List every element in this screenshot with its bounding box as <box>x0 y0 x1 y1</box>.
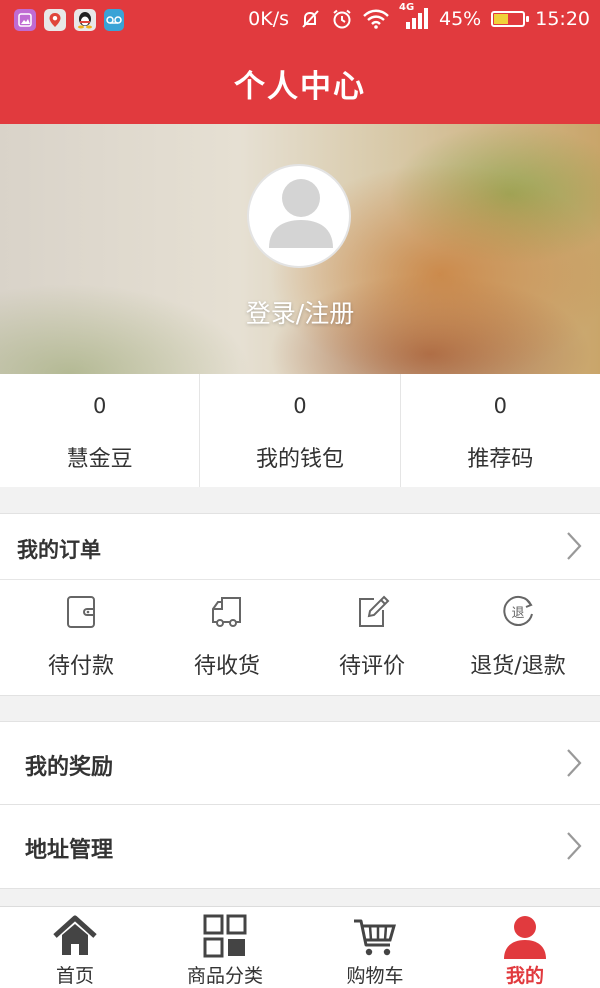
order-pending-review[interactable]: 待评价 <box>302 594 442 680</box>
tab-label: 我的 <box>505 965 544 987</box>
chevron-right-icon <box>567 832 582 860</box>
alarm-clock-icon <box>333 9 351 29</box>
notification-icons <box>14 9 124 31</box>
bottom-tab-bar: 首页 商品分类 购物车 我的 <box>0 906 600 988</box>
shopping-cart-icon <box>354 919 396 956</box>
return-refund-icon: 退 <box>503 595 533 626</box>
stat-value: 0 <box>92 394 107 418</box>
tab-label: 商品分类 <box>186 965 263 987</box>
stat-wallet[interactable]: 0 我的钱包 <box>200 374 401 487</box>
chevron-right-icon <box>567 749 582 777</box>
chevron-right-icon <box>567 532 582 560</box>
divider <box>0 579 600 580</box>
battery-icon <box>491 11 530 27</box>
category-grid-icon <box>203 914 247 958</box>
default-avatar-icon <box>269 179 333 248</box>
network-speed: 0K/s <box>248 8 289 30</box>
delivery-truck-icon <box>212 597 241 627</box>
user-profile-icon <box>504 916 546 959</box>
tab-mine[interactable]: 我的 <box>450 907 600 988</box>
order-label: 退货/退款 <box>470 654 566 679</box>
tab-label: 首页 <box>55 965 94 987</box>
clock: 15:20 <box>535 8 590 30</box>
battery-percent: 45% <box>439 8 482 30</box>
stat-label: 推荐码 <box>467 447 534 472</box>
menu-label: 我的奖励 <box>25 755 114 780</box>
login-register-link[interactable]: 登录/注册 <box>0 294 600 330</box>
tab-label: 购物车 <box>346 965 404 987</box>
vibrate-off-icon <box>302 10 319 28</box>
order-label: 待收货 <box>193 654 260 679</box>
my-orders-row[interactable]: 我的订单 <box>0 514 600 579</box>
stat-beans[interactable]: 0 慧金豆 <box>0 374 201 487</box>
stat-value: 0 <box>293 394 307 418</box>
account-stats: 0 慧金豆 0 我的钱包 0 推荐码 <box>0 374 600 487</box>
wifi-icon <box>363 9 389 29</box>
image-app-icon <box>14 9 36 31</box>
order-pending-payment[interactable]: 待付款 <box>11 594 151 680</box>
menu-label: 地址管理 <box>25 838 114 863</box>
edit-review-icon <box>359 595 390 627</box>
map-pin-app-icon <box>44 9 66 31</box>
my-orders-title: 我的订单 <box>17 538 101 562</box>
return-icon-text: 退 <box>511 606 524 621</box>
my-orders-section: 我的订单 待付款 待收货 待评价 退 退货/退款 <box>0 513 600 696</box>
home-icon <box>53 915 97 955</box>
cell-signal-icon: 4G <box>399 2 429 30</box>
stat-value: 0 <box>493 394 507 418</box>
order-label: 待评价 <box>338 654 405 679</box>
stat-referral-code[interactable]: 0 推荐码 <box>401 374 600 487</box>
qq-penguin-app-icon <box>74 9 96 31</box>
tab-home[interactable]: 首页 <box>0 907 150 988</box>
voicemail-app-icon <box>104 9 124 31</box>
stat-label: 我的钱包 <box>255 447 344 472</box>
wallet-icon <box>67 596 95 628</box>
app-header: 个人中心 <box>0 42 600 124</box>
tab-cart[interactable]: 购物车 <box>300 907 450 988</box>
order-returns-refunds[interactable]: 退 退货/退款 <box>448 594 588 680</box>
tab-categories[interactable]: 商品分类 <box>150 907 300 988</box>
stat-label: 慧金豆 <box>66 447 133 472</box>
address-management-row[interactable]: 地址管理 <box>0 804 600 889</box>
page-title: 个人中心 <box>234 68 366 105</box>
profile-banner: 登录/注册 <box>0 124 600 374</box>
status-bar: 0K/s 4G 45% 15:20 <box>0 0 600 42</box>
my-rewards-row[interactable]: 我的奖励 <box>0 721 600 805</box>
order-label: 待付款 <box>47 654 114 679</box>
order-pending-receipt[interactable]: 待收货 <box>157 594 297 680</box>
avatar[interactable] <box>247 164 351 268</box>
